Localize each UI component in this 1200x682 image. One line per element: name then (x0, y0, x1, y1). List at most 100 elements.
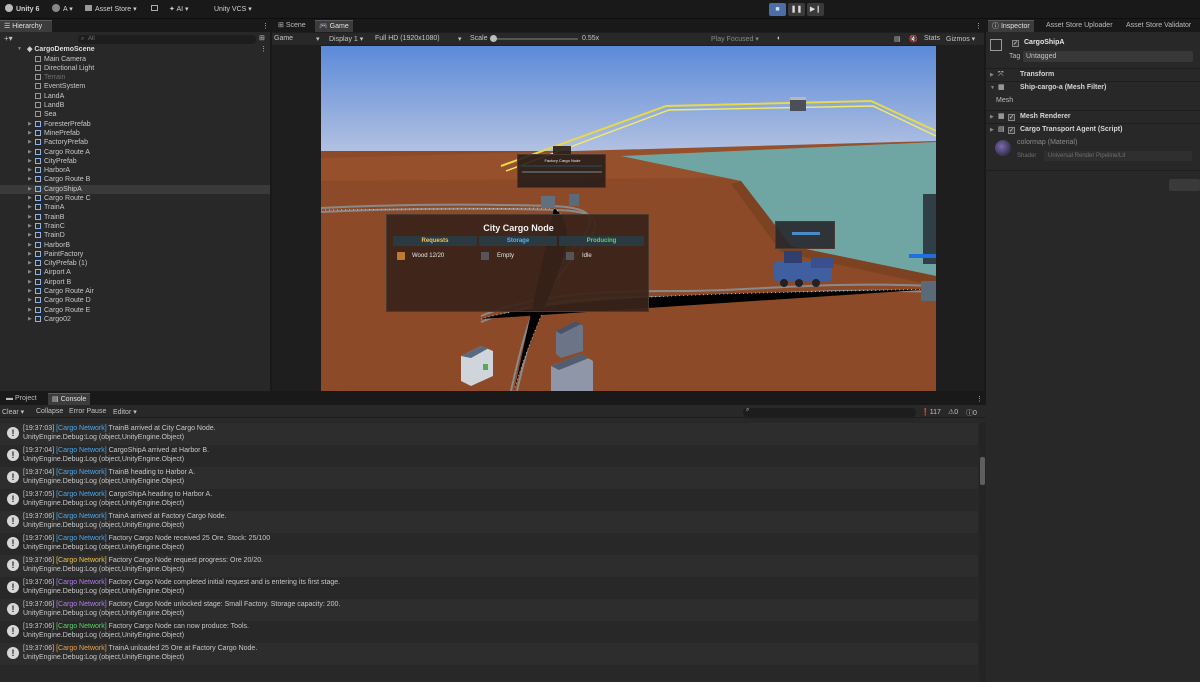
hierarchy-item[interactable]: ▶ Cargo Route A (0, 148, 270, 157)
tab-inspector[interactable]: ⓘ Inspector (988, 20, 1034, 32)
tag-dropdown[interactable]: Untagged (1023, 51, 1193, 62)
expand-arrow-icon[interactable]: ▶ (28, 213, 32, 222)
expand-arrow-icon[interactable]: ▶ (28, 194, 32, 203)
console-log-entry[interactable]: ! [19:37:06] [Cargo Network] Factory Carg… (0, 555, 978, 577)
log-count-toggle[interactable]: ❗117 (921, 408, 941, 416)
add-component-button[interactable] (1169, 179, 1200, 191)
hierarchy-item[interactable]: ▶ TrainB (0, 213, 270, 222)
hierarchy-search-input[interactable]: ⌕ All (78, 35, 256, 44)
vcs-dropdown[interactable]: Unity VCS ▾ (214, 4, 252, 15)
hierarchy-item[interactable]: ▶ CityPrefab (0, 157, 270, 166)
hierarchy-item[interactable]: Terrain (0, 73, 270, 82)
hierarchy-item[interactable]: ▶ Cargo02 (0, 315, 270, 324)
console-more-icon[interactable]: ⋮ (976, 395, 983, 403)
hierarchy-item[interactable]: ▶ CargoShipA (0, 184, 270, 194)
game-more-icon[interactable]: ⋮ (975, 22, 982, 30)
scale-slider-handle[interactable] (490, 35, 497, 42)
mesh-renderer-checkbox[interactable]: ✓ (1008, 111, 1015, 123)
hierarchy-item[interactable]: ▶ Airport A (0, 268, 270, 277)
console-search-input[interactable]: ⌕ (743, 407, 916, 417)
expand-arrow-icon[interactable]: ▶ (28, 138, 32, 147)
hierarchy-item[interactable]: ▶ FactoryPrefab (0, 138, 270, 147)
gizmos-dropdown[interactable]: Gizmos ▾ (946, 35, 975, 43)
tab-asset-store-validator[interactable]: Asset Store Validator (1122, 20, 1195, 32)
more-icon[interactable]: ⋮ (262, 22, 269, 30)
audio-icon[interactable]: 🔇 (909, 35, 918, 43)
hierarchy-item[interactable]: Main Camera (0, 55, 270, 64)
console-log-entry[interactable]: ! [19:37:06] [Cargo Network] TrainA unloa… (0, 643, 978, 665)
pause-button[interactable]: ❚❚ (788, 3, 805, 16)
hierarchy-item[interactable]: ▶ HarborA (0, 166, 270, 175)
game-viewport[interactable]: Factory Cargo Node City Cargo Node Reque… (321, 46, 936, 391)
hierarchy-item[interactable]: ▶ TrainD (0, 231, 270, 240)
scene-more-icon[interactable]: ⋮ (260, 45, 267, 53)
hierarchy-item[interactable]: ▶ Airport B (0, 278, 270, 287)
component-mesh-renderer[interactable]: ▶ ▦ ✓ Mesh Renderer (986, 110, 1200, 122)
hierarchy-item[interactable]: ▶ HarborB (0, 241, 270, 250)
expand-arrow-icon[interactable]: ▶ (28, 259, 32, 268)
component-transform[interactable]: ▶ ⤧ Transform (986, 68, 1200, 80)
tab-hierarchy[interactable]: ☰ Hierarchy (0, 20, 52, 32)
expand-arrow-icon[interactable]: ▶ (28, 120, 32, 129)
console-log-entry[interactable]: ! [19:37:06] [Cargo Network] Factory Carg… (0, 599, 978, 621)
object-name-field[interactable]: CargoShipA (1024, 39, 1064, 46)
stats-button[interactable]: Stats (924, 35, 940, 42)
warning-count-toggle[interactable]: ⚠0 (948, 408, 958, 416)
expand-arrow-icon[interactable]: ▶ (28, 315, 32, 324)
expand-arrow-icon[interactable]: ▶ (28, 241, 32, 250)
expand-arrow-icon[interactable]: ▶ (28, 268, 32, 277)
expand-arrow-icon[interactable]: ▶ (28, 129, 32, 138)
console-log-entry[interactable]: ! [19:37:04] [Cargo Network] CargoShipA a… (0, 445, 978, 467)
hierarchy-item[interactable]: LandB (0, 101, 270, 110)
console-scrollbar[interactable] (979, 423, 986, 682)
console-log-entry[interactable]: ! [19:37:04] [Cargo Network] TrainB headi… (0, 467, 978, 489)
add-icon[interactable]: +▾ (4, 34, 13, 43)
frame-debugger-icon[interactable]: ▤ (894, 35, 901, 43)
hierarchy-item[interactable]: LandA (0, 92, 270, 101)
console-log-entry[interactable]: ! [19:37:05] [Cargo Network] CargoShipA h… (0, 489, 978, 511)
expand-arrow-icon[interactable]: ▶ (28, 157, 32, 166)
unity-logo-menu[interactable]: Unity 6 (5, 4, 39, 15)
collapse-button[interactable]: Collapse (36, 408, 63, 415)
expand-arrow-icon[interactable]: ▼ (17, 45, 22, 54)
tab-game[interactable]: 🎮 Game (315, 20, 353, 32)
shader-dropdown[interactable]: Universal Render Pipeline/Lit (1044, 151, 1192, 161)
hierarchy-item[interactable]: ▶ Cargo Route E (0, 306, 270, 315)
console-log-entry[interactable]: ! [19:37:06] [Cargo Network] Factory Carg… (0, 533, 978, 555)
step-button[interactable]: ▶❙ (807, 3, 824, 16)
tab-project[interactable]: ▬ Project (2, 393, 41, 405)
console-log-entry[interactable]: ! [19:37:06] [Cargo Network] Factory Carg… (0, 577, 978, 599)
console-scrollbar-thumb[interactable] (980, 457, 985, 485)
editor-dropdown[interactable]: Editor ▾ (113, 408, 137, 416)
layers-button[interactable] (151, 4, 158, 15)
expand-arrow-icon[interactable]: ▶ (28, 185, 32, 194)
tab-scene[interactable]: ⊞ Scene (274, 20, 310, 32)
hierarchy-item[interactable]: ▶ CityPrefab (1) (0, 259, 270, 268)
component-mesh-filter[interactable]: ▼ ▦ Ship-cargo-a (Mesh Filter) (986, 81, 1200, 93)
expand-arrow-icon[interactable]: ▶ (28, 148, 32, 157)
expand-arrow-icon[interactable]: ▶ (28, 203, 32, 212)
console-log-entry[interactable]: ! [19:37:06] [Cargo Network] Factory Carg… (0, 621, 978, 643)
console-log-entry[interactable]: ! [19:37:06] [Cargo Network] TrainA arriv… (0, 511, 978, 533)
expand-arrow-icon[interactable]: ▶ (28, 278, 32, 287)
error-pause-button[interactable]: Error Pause (69, 408, 106, 415)
account-dropdown[interactable]: A ▾ (52, 4, 73, 15)
hierarchy-item[interactable]: ▶ Cargo Route B (0, 175, 270, 184)
resolution-dropdown[interactable]: Full HD (1920x1080) ▾ (375, 35, 465, 43)
hierarchy-item[interactable]: ▶ TrainC (0, 222, 270, 231)
expand-arrow-icon[interactable]: ▶ (28, 296, 32, 305)
component-cargo-transport-agent[interactable]: ▶ ▤ ✓ Cargo Transport Agent (Script) (986, 123, 1200, 135)
expand-arrow-icon[interactable]: ▶ (28, 231, 32, 240)
hierarchy-item[interactable]: ▶ Cargo Route D (0, 296, 270, 305)
active-checkbox[interactable]: ✓ (1012, 39, 1019, 47)
expand-arrow-icon[interactable]: ▶ (28, 175, 32, 184)
hierarchy-item[interactable]: Directional Light (0, 64, 270, 73)
script-checkbox[interactable]: ✓ (1008, 124, 1015, 136)
expand-arrow-icon[interactable]: ▶ (28, 222, 32, 231)
hierarchy-item[interactable]: ▶ ForesterPrefab (0, 120, 270, 129)
clear-dropdown[interactable]: Clear ▾ (2, 408, 24, 416)
play-button[interactable]: ■ (769, 3, 786, 16)
play-focused-dropdown[interactable]: Play Focused ▾ (711, 35, 759, 43)
console-log-entry[interactable]: ! [19:37:03] [Cargo Network] TrainB arriv… (0, 423, 978, 445)
hierarchy-item[interactable]: ▶ TrainA (0, 203, 270, 212)
